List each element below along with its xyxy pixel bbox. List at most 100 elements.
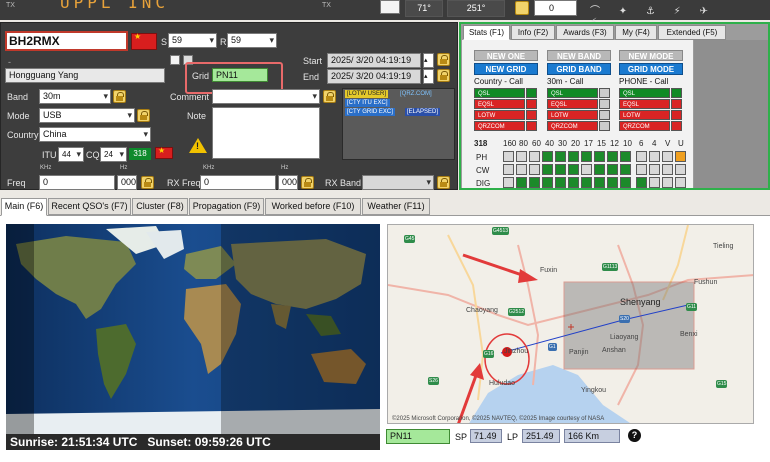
rotator-lock-icon[interactable] [515,1,529,15]
name-input[interactable]: Hongguang Yang [5,68,165,83]
grid-cell [568,177,579,188]
country-select[interactable]: China [39,127,151,142]
local-map[interactable]: Tieling Fuxin Fushun Shenyang Chaoyang B… [387,224,754,424]
tab-info[interactable]: Info (F2) [511,25,555,40]
eqsl-cell: EQSL [474,99,525,109]
rst-sent-select[interactable]: 59 [168,33,217,48]
start-time-field[interactable]: 2025/ 3/20 04:19:19 [327,53,421,68]
antenna-icon: ⌒ ✦ ⚓ ⚡ ✈ ⚡ [590,6,716,28]
band-80: 80 [519,139,528,148]
rx-freq-khz-label: KHz [203,165,215,171]
end-lock-icon[interactable] [437,69,450,82]
grid-cell [555,151,566,162]
map-grid-field[interactable]: PN11 [386,429,450,444]
city-tieling: Tieling [713,243,734,250]
city-anshan: Anshan [602,347,626,354]
mode-lock-icon[interactable] [137,109,150,122]
mode-label: Mode [7,111,30,121]
stats-panel: Stats (F1) Info (F2) Awards (F3) My (F4)… [459,22,770,190]
qrz-link[interactable]: [QRZ.COM] [398,90,434,98]
band-lock-icon[interactable] [113,90,126,103]
map-copyright: ©2025 Microsoft Corporation, ©2025 NAVTE… [392,416,605,422]
band-label: Band [7,92,29,102]
grid-cell [662,177,673,188]
row-dig-label: DIG [476,179,491,188]
rx-band-lock-icon[interactable] [437,176,450,189]
qsl-cell: QSL [619,88,670,98]
grid-cell [542,164,553,175]
sunset-time: 09:59:26 UTC [194,435,271,449]
itu-select[interactable]: 44 [58,147,84,162]
rst-rcvd-select[interactable]: 59 [227,33,277,48]
start-lock-icon[interactable] [437,53,450,66]
rotator-spinner[interactable]: 0 [534,0,577,16]
tab-propagation[interactable]: Propagation (F9) [189,198,264,215]
china-flag-small-icon [155,146,173,159]
band-60: 60 [532,139,541,148]
end-time-field[interactable]: 2025/ 3/20 04:19:19 [327,69,421,84]
city-shenyang: Shenyang [620,297,661,307]
tab-my[interactable]: My (F4) [615,25,657,40]
qrzcom-status [526,121,537,131]
tab-stats[interactable]: Stats (F1) [463,25,510,40]
city-fuxin: Fuxin [540,267,558,274]
qsl-cell: QSL [474,88,525,98]
distance-field: 166 Km [564,429,620,443]
grid-cell [607,177,618,188]
cq-select[interactable]: 24 [100,147,127,162]
band-select[interactable]: 30m [39,89,111,104]
freq-khz-input[interactable]: 0 [39,175,115,190]
start-spinner[interactable]: ▴ [423,53,434,68]
sun-times-bar: Sunrise: 21:51:34 UTC Sunset: 09:59:26 U… [6,434,380,450]
rx-freq-hz-input[interactable]: 000 [278,175,298,190]
checkbox[interactable] [170,55,180,65]
grid-cell [568,164,579,175]
sp-label: SP [455,432,468,442]
grid-cell [594,151,605,162]
tab-extended[interactable]: Extended (F5) [658,25,726,40]
tab-recent-qsos[interactable]: Recent QSO's (F7) [48,198,131,215]
tab-awards[interactable]: Awards (F3) [556,25,614,40]
top-toolbar: UPPL INC TX TX 71° 251° 0 ⌒ ✦ ⚓ ⚡ ✈ ⚡ [0,0,770,28]
rx-freq-hz-label: Hz [281,165,289,171]
tab-cluster[interactable]: Cluster (F8) [132,198,188,215]
end-spinner[interactable]: ▴ [423,69,434,84]
col-band-call-title: 30m - Call [547,77,584,86]
help-icon[interactable]: ? [628,429,641,442]
world-map[interactable] [6,224,380,434]
comment-lock-icon[interactable] [323,90,336,103]
comment-input[interactable] [212,89,320,104]
tab-worked-before[interactable]: Worked before (F10) [265,198,361,215]
rx-band-select[interactable] [362,175,434,190]
grid-cell [649,164,660,175]
freq-lock-icon[interactable] [141,176,154,189]
tab-main[interactable]: Main (F6) [1,198,47,216]
grid-cell [516,151,527,162]
col-country-call-title: Country - Call [474,77,523,86]
highway-badge: S26 [428,377,439,385]
mode-select[interactable]: USB [39,108,135,123]
grid-cell [581,177,592,188]
tab-weather[interactable]: Weather (F11) [362,198,430,215]
grid-cell [581,164,592,175]
note-textarea[interactable] [212,107,320,159]
city-chaoyang: Chaoyang [466,307,498,314]
band-12: 12 [610,139,619,148]
grid-cell [620,151,631,162]
world-map-graphic [6,224,380,434]
lotw-cell: LOTW [547,110,598,120]
callsign-input[interactable]: BH2RMX [5,31,128,51]
grid-cell [555,177,566,188]
dxcc-count-badge: 318 [129,148,151,160]
rx-freq-lock-icon[interactable] [301,176,314,189]
short-path-azimuth: 71° [405,0,443,17]
freq-hz-input[interactable]: 000 [117,175,137,190]
toolbar-button[interactable] [380,0,400,14]
city-huludao: Huludao [489,380,516,387]
highway-badge: G45 [404,235,416,243]
rx-freq-khz-input[interactable]: 0 [200,175,276,190]
grid-cell [675,164,686,175]
lotw-cell: LOTW [619,110,670,120]
name-hint: - [8,57,11,67]
long-path-azimuth: 251° [447,0,505,17]
